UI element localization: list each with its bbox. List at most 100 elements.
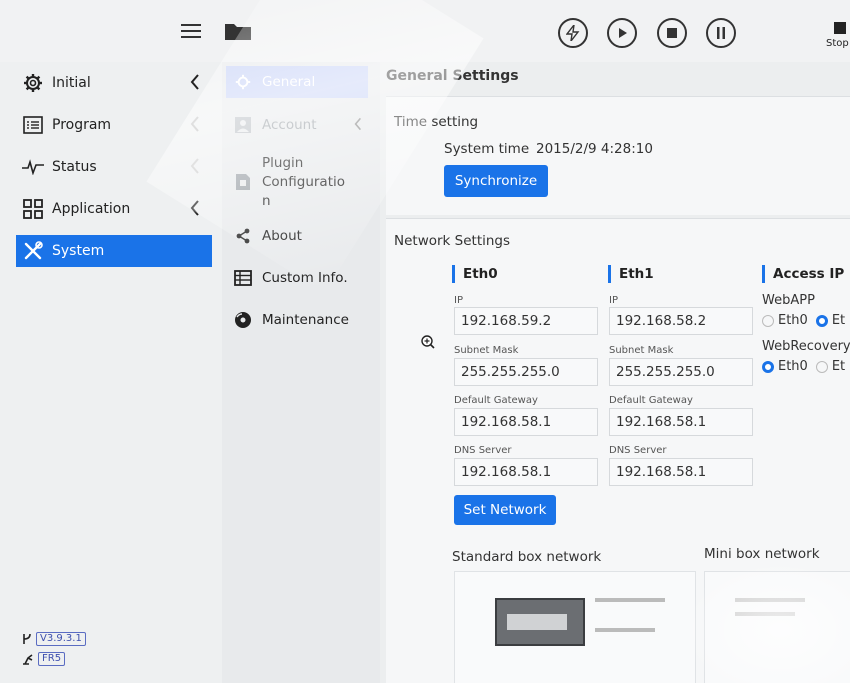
stop-button[interactable] [657, 18, 687, 48]
stop-label: Stop [826, 38, 849, 49]
webapp-radio-group: Eth0 Et [762, 313, 845, 328]
eth0-mask-label: Subnet Mask [454, 345, 519, 356]
nav-label-application: Application [52, 201, 131, 217]
folder-icon[interactable] [224, 20, 252, 42]
webapp-label: WebAPP [762, 293, 815, 308]
firmware-text: FR5 [38, 652, 66, 666]
pause-button[interactable] [706, 18, 736, 48]
page-title: General Settings [386, 68, 519, 84]
subnav-item-plugin[interactable]: Plugin Configuratio n [226, 152, 368, 212]
subnav-label-general: General [262, 74, 316, 90]
subnav-item-about[interactable]: About [226, 224, 368, 248]
set-network-button[interactable]: Set Network [454, 495, 556, 525]
mini-box-diagram [704, 571, 850, 683]
nav-label-initial: Initial [52, 75, 91, 91]
chevron-left-icon [190, 200, 200, 220]
subnav-label-account: Account [262, 117, 317, 133]
table-icon [232, 270, 254, 286]
webrecovery-label: WebRecovery [762, 339, 850, 354]
subnav-label-custom-info: Custom Info. [262, 270, 348, 286]
hamburger-menu-icon[interactable] [180, 22, 202, 40]
left-nav: Initial Program Status Application Syste… [0, 62, 222, 683]
network-settings-title: Network Settings [394, 233, 511, 249]
subnav-label-plugin: Plugin Configuratio n [262, 154, 345, 209]
eth0-ip-field[interactable]: 192.168.59.2 [454, 307, 598, 335]
top-bar: Stop [0, 0, 850, 62]
chevron-left-icon [190, 116, 200, 136]
eth0-gateway-label: Default Gateway [454, 395, 538, 406]
grid-icon [22, 198, 44, 220]
eth0-dns-field[interactable]: 192.168.58.1 [454, 458, 598, 486]
eth1-header: Eth1 [608, 265, 654, 283]
eth1-gateway-label: Default Gateway [609, 395, 693, 406]
eth1-dns-field[interactable]: 192.168.58.1 [609, 458, 753, 486]
subnav-item-account[interactable]: Account [226, 112, 368, 138]
person-icon [232, 116, 254, 134]
nav-label-system: System [52, 243, 105, 259]
list-icon [22, 114, 44, 136]
gear-icon [232, 74, 254, 90]
network-settings-panel: Network Settings Eth0 IP 192.168.59.2 Su… [386, 218, 850, 683]
synchronize-button[interactable]: Synchronize [444, 165, 548, 197]
webrecovery-eth1-label: Et [831, 359, 846, 374]
zoom-cursor-icon [421, 334, 435, 353]
nav-item-program[interactable]: Program [16, 109, 212, 141]
lightning-icon [566, 25, 580, 41]
webapp-eth1-radio[interactable] [815, 314, 828, 327]
play-icon [619, 28, 627, 38]
main-content: General Settings Time setting System tim… [380, 62, 850, 683]
standard-box-label: Standard box network [452, 549, 602, 565]
nav-item-status[interactable]: Status [16, 151, 212, 183]
play-button[interactable] [607, 18, 637, 48]
eth0-ip-label: IP [454, 295, 463, 306]
robot-arm-icon [23, 654, 33, 665]
eth1-gateway-field[interactable]: 192.168.58.1 [609, 408, 753, 436]
tools-icon [22, 240, 44, 262]
standard-box-diagram [454, 571, 696, 683]
eth0-mask-field[interactable]: 255.255.255.0 [454, 358, 598, 386]
pulse-icon [22, 156, 44, 178]
gear-icon [22, 72, 44, 94]
nav-item-application[interactable]: Application [16, 193, 212, 225]
webrecovery-eth0-radio[interactable] [762, 360, 774, 373]
eth0-dns-label: DNS Server [454, 445, 512, 456]
controller-box-image [495, 598, 585, 646]
eth0-header: Eth0 [452, 265, 498, 283]
time-setting-panel: Time setting System time 2015/2/9 4:28:1… [386, 96, 850, 215]
stop-icon [667, 28, 677, 38]
eth1-mask-field[interactable]: 255.255.255.0 [609, 358, 753, 386]
webapp-eth1-label: Et [831, 313, 846, 328]
version-text: V3.9.3.1 [36, 632, 86, 646]
emergency-stop-icon[interactable] [834, 22, 846, 34]
eth0-gateway-field[interactable]: 192.168.58.1 [454, 408, 598, 436]
subnav-item-general[interactable]: General [226, 66, 368, 98]
branch-icon [23, 633, 31, 644]
chevron-left-icon [190, 158, 200, 178]
firmware-badge: FR5 [22, 652, 66, 666]
disc-icon [232, 311, 254, 329]
subnav-label-about: About [262, 228, 302, 244]
webapp-eth0-radio[interactable] [762, 314, 774, 327]
subnav-item-custom-info[interactable]: Custom Info. [226, 266, 368, 290]
share-icon [232, 228, 254, 244]
eth1-ip-field[interactable]: 192.168.58.2 [609, 307, 753, 335]
nav-label-status: Status [52, 159, 97, 175]
sub-nav: General Account Plugin Configuratio n Ab… [222, 62, 380, 683]
access-ip-header: Access IP [762, 265, 844, 283]
system-time-value: 2015/2/9 4:28:10 [536, 141, 653, 157]
webrecovery-radio-group: Eth0 Et [762, 359, 845, 374]
webrecovery-eth1-radio[interactable] [815, 360, 828, 373]
subnav-label-maintenance: Maintenance [262, 312, 349, 328]
lightning-button[interactable] [558, 18, 588, 48]
subnav-item-maintenance[interactable]: Maintenance [226, 308, 368, 332]
eth1-dns-label: DNS Server [609, 445, 667, 456]
pause-icon [717, 27, 725, 39]
nav-label-program: Program [52, 117, 112, 133]
nav-item-system[interactable]: System [16, 235, 212, 267]
nav-item-initial[interactable]: Initial [16, 67, 212, 99]
eth1-ip-label: IP [609, 295, 618, 306]
screen: Stop Initial Program Status Application … [0, 0, 850, 683]
mini-box-label: Mini box network [704, 546, 820, 562]
webapp-eth0-label: Eth0 [778, 313, 808, 328]
eth1-mask-label: Subnet Mask [609, 345, 674, 356]
